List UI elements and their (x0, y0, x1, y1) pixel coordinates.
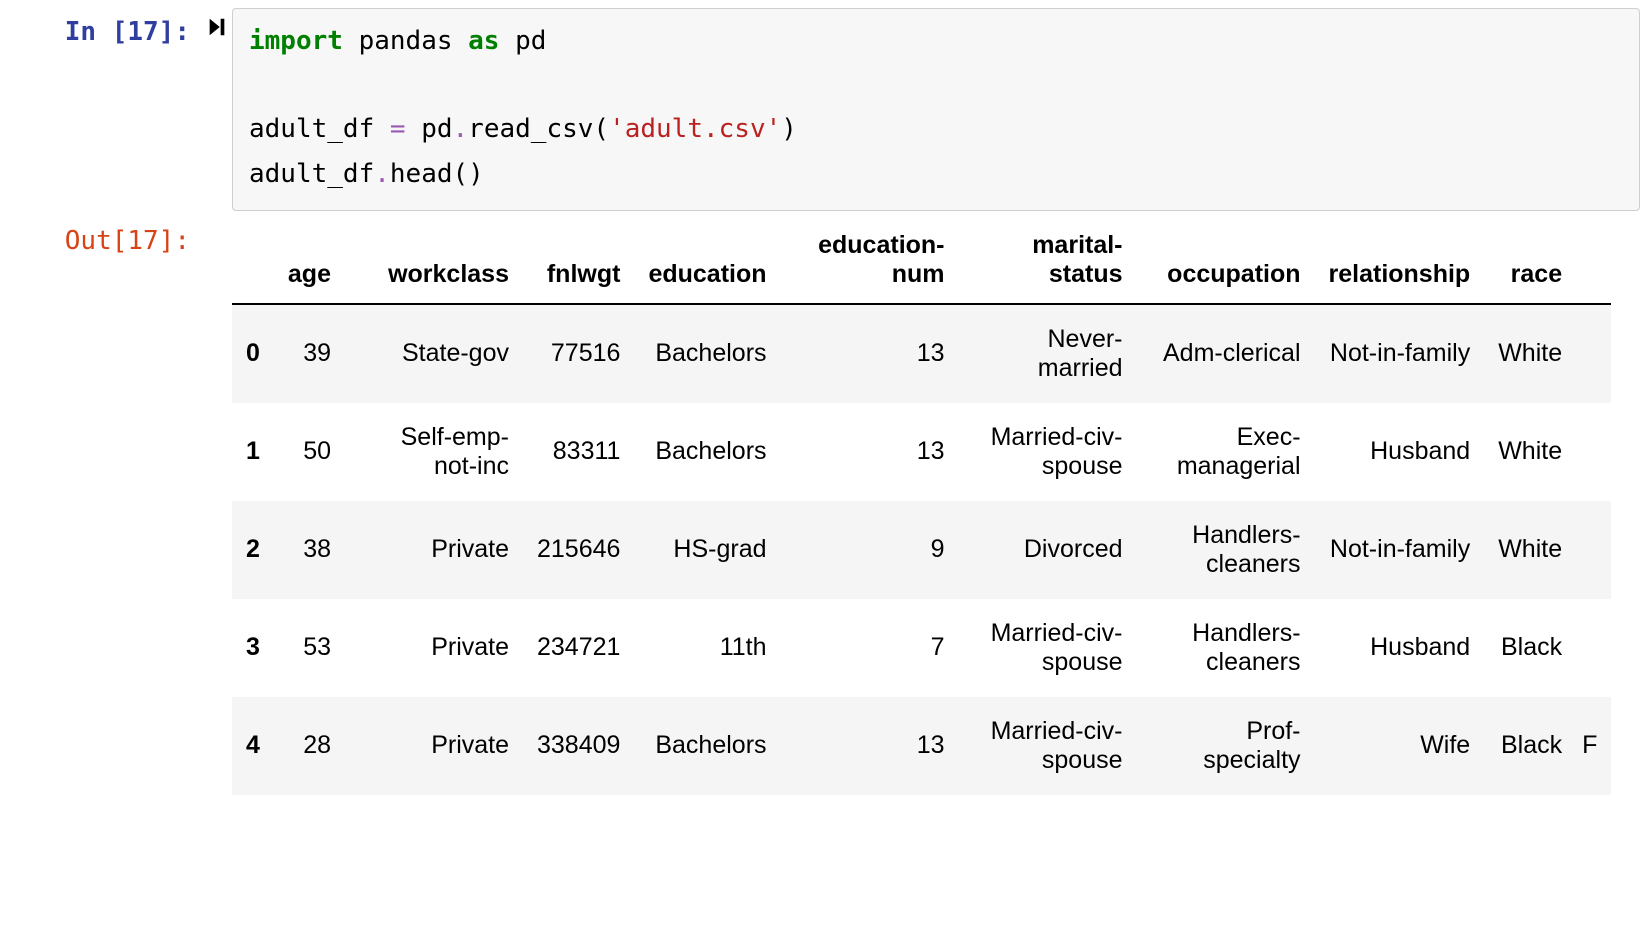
table-cell: 215646 (523, 501, 634, 599)
out-prompt: Out[17]: (10, 217, 202, 795)
table-cell: Bachelors (634, 697, 780, 795)
table-cell: Married-civ-spouse (959, 599, 1137, 697)
table-cell: Private (345, 501, 523, 599)
table-cell-partial: F (1576, 697, 1611, 795)
column-header: education-num (781, 217, 959, 304)
in-prompt: In [17]: (10, 8, 202, 211)
run-cell-gutter[interactable] (202, 8, 232, 211)
table-cell: Handlers-cleaners (1137, 599, 1315, 697)
output-cell: Out[17]: ageworkclassfnlwgteducationeduc… (10, 217, 1640, 795)
table-cell: 13 (781, 403, 959, 501)
row-index: 1 (232, 403, 274, 501)
table-cell: Not-in-family (1315, 501, 1485, 599)
index-header (232, 217, 274, 304)
table-cell: 9 (781, 501, 959, 599)
table-cell: 53 (274, 599, 345, 697)
table-cell: Adm-clerical (1137, 304, 1315, 403)
column-header: fnlwgt (523, 217, 634, 304)
table-cell: Black (1484, 599, 1576, 697)
table-cell: Black (1484, 697, 1576, 795)
table-cell: Handlers-cleaners (1137, 501, 1315, 599)
table-cell: HS-grad (634, 501, 780, 599)
table-row: 428Private338409Bachelors13Married-civ-s… (232, 697, 1611, 795)
table-cell: Never-married (959, 304, 1137, 403)
table-cell: Married-civ-spouse (959, 697, 1137, 795)
table-cell: State-gov (345, 304, 523, 403)
column-header: education (634, 217, 780, 304)
code-token: as (468, 26, 499, 56)
column-header: marital-status (959, 217, 1137, 304)
table-row: 353Private23472111th7Married-civ-spouseH… (232, 599, 1611, 697)
code-token: . (374, 159, 390, 189)
table-cell: Private (345, 599, 523, 697)
column-header: relationship (1315, 217, 1485, 304)
code-cell: In [17]: import pandas as pd adult_df = … (10, 8, 1640, 211)
row-index: 0 (232, 304, 274, 403)
table-cell: Not-in-family (1315, 304, 1485, 403)
table-cell: White (1484, 403, 1576, 501)
table-row: 150Self-emp-not-inc83311Bachelors13Marri… (232, 403, 1611, 501)
table-cell: Exec-managerial (1137, 403, 1315, 501)
table-cell: 13 (781, 697, 959, 795)
table-cell: Husband (1315, 599, 1485, 697)
column-header-partial (1576, 217, 1611, 304)
table-cell: 7 (781, 599, 959, 697)
notebook: In [17]: import pandas as pd adult_df = … (0, 0, 1650, 815)
table-cell: Bachelors (634, 403, 780, 501)
table-cell: White (1484, 501, 1576, 599)
dataframe-scroll-container[interactable]: ageworkclassfnlwgteducationeducation-num… (232, 217, 1640, 795)
table-cell: Wife (1315, 697, 1485, 795)
code-token: . (453, 114, 469, 144)
out-prompt-label: Out[17]: (65, 226, 190, 256)
table-cell: 338409 (523, 697, 634, 795)
table-cell-partial (1576, 304, 1611, 403)
table-cell: 38 (274, 501, 345, 599)
column-header: race (1484, 217, 1576, 304)
table-cell-partial (1576, 599, 1611, 697)
code-token: import (249, 26, 343, 56)
table-header-row: ageworkclassfnlwgteducationeducation-num… (232, 217, 1611, 304)
code-token: 'adult.csv' (609, 114, 781, 144)
table-row: 238Private215646HS-grad9DivorcedHandlers… (232, 501, 1611, 599)
table-row: 039State-gov77516Bachelors13Never-marrie… (232, 304, 1611, 403)
gutter-spacer (202, 217, 232, 795)
table-cell-partial (1576, 501, 1611, 599)
row-index: 2 (232, 501, 274, 599)
table-cell: 28 (274, 697, 345, 795)
table-cell: Private (345, 697, 523, 795)
table-cell: 13 (781, 304, 959, 403)
table-cell: Self-emp-not-inc (345, 403, 523, 501)
table-cell-partial (1576, 403, 1611, 501)
table-cell: Husband (1315, 403, 1485, 501)
table-body: 039State-gov77516Bachelors13Never-marrie… (232, 304, 1611, 795)
table-cell: 77516 (523, 304, 634, 403)
table-cell: Married-civ-spouse (959, 403, 1137, 501)
table-cell: 83311 (523, 403, 634, 501)
in-prompt-label: In [17]: (65, 17, 190, 47)
table-cell: Divorced (959, 501, 1137, 599)
run-to-end-icon[interactable] (206, 19, 228, 46)
table-cell: 39 (274, 304, 345, 403)
code-editor[interactable]: import pandas as pd adult_df = pd.read_c… (232, 8, 1640, 211)
table-cell: 50 (274, 403, 345, 501)
column-header: occupation (1137, 217, 1315, 304)
row-index: 4 (232, 697, 274, 795)
column-header: workclass (345, 217, 523, 304)
code-token: = (390, 114, 406, 144)
dataframe-table: ageworkclassfnlwgteducationeducation-num… (232, 217, 1611, 795)
table-cell: White (1484, 304, 1576, 403)
table-cell: 234721 (523, 599, 634, 697)
table-cell: Bachelors (634, 304, 780, 403)
row-index: 3 (232, 599, 274, 697)
table-cell: 11th (634, 599, 780, 697)
table-cell: Prof-specialty (1137, 697, 1315, 795)
column-header: age (274, 217, 345, 304)
